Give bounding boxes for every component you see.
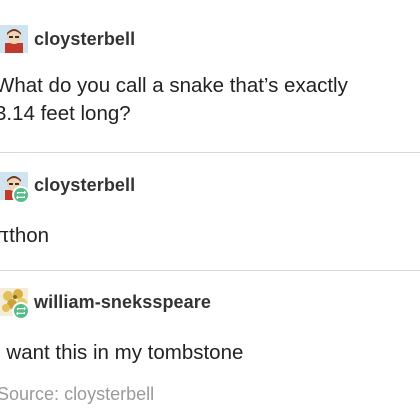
- post-2-username[interactable]: cloysterbell: [34, 175, 135, 196]
- avatar-cloysterbell-icon[interactable]: [0, 25, 28, 53]
- post-divider-1: [0, 152, 420, 153]
- reblog-icon: [12, 186, 30, 204]
- post-1-username[interactable]: cloysterbell: [34, 29, 135, 50]
- reblog-icon: [12, 302, 30, 320]
- post-2-text-line-1: πthon: [0, 224, 50, 247]
- post-1-author-row: cloysterbell: [0, 25, 420, 61]
- source-label: Source:: [0, 384, 60, 404]
- source-link[interactable]: cloysterbell: [64, 384, 154, 404]
- avatar-william-sneksspeare-icon[interactable]: [0, 288, 30, 320]
- post-2-author-row: cloysterbell: [0, 172, 420, 208]
- source-line: Source: cloysterbell: [0, 384, 154, 405]
- post-1-text-line-1: What do you call a snake that’s exactly: [0, 74, 348, 97]
- post-3-author-row: william-sneksspeare: [0, 288, 420, 324]
- post-3-username[interactable]: william-sneksspeare: [34, 292, 211, 313]
- post-1-text-line-2: 3.14 feet long?: [0, 102, 131, 125]
- avatar-cloysterbell-icon[interactable]: [0, 172, 30, 204]
- post-3-text-line-1: I want this in my tombstone: [0, 341, 244, 364]
- post-divider-2: [0, 270, 420, 271]
